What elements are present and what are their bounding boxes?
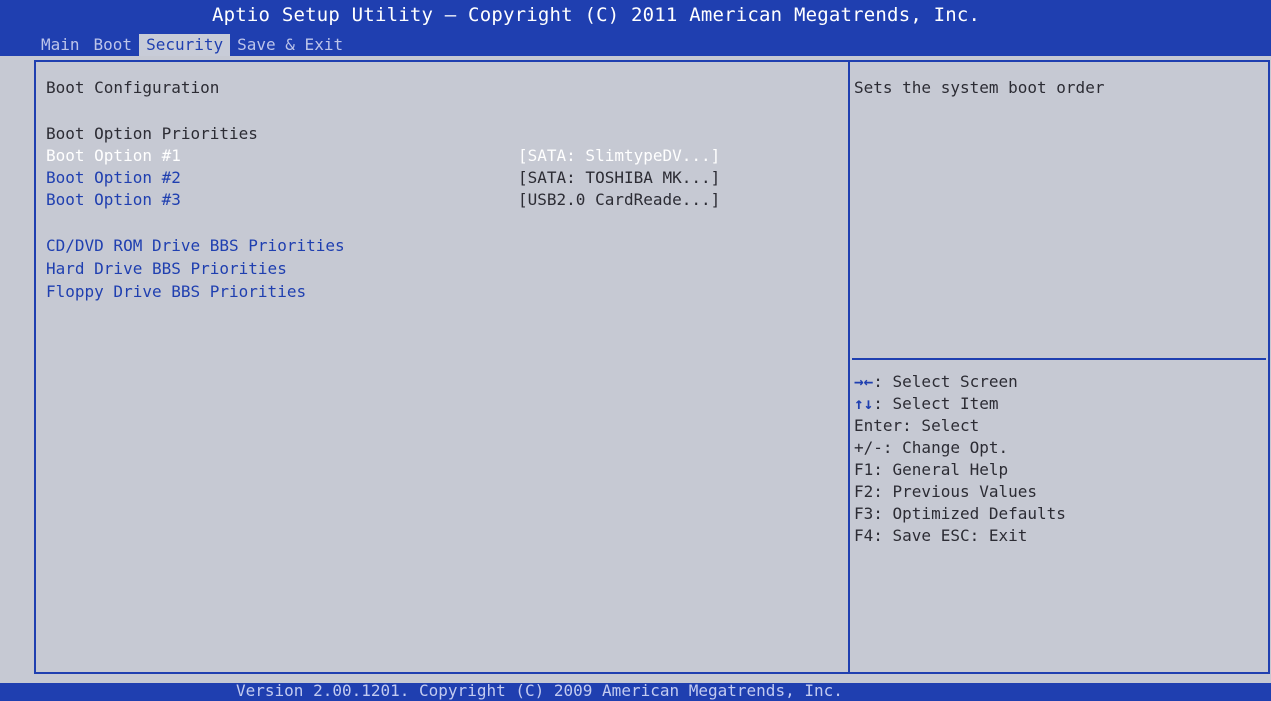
tab-security[interactable]: Security (139, 34, 231, 56)
hard-drive-bbs-priorities[interactable]: Hard Drive BBS Priorities (46, 259, 287, 279)
key-hint-change-opt: +/-: Change Opt. (854, 438, 1009, 457)
key-hint-previous-values: F2: Previous Values (854, 482, 1038, 501)
key-hint-save-exit: F4: Save ESC: Exit (854, 526, 1028, 545)
tab-boot[interactable]: Boot (87, 34, 140, 56)
cd-dvd-bbs-priorities[interactable]: CD/DVD ROM Drive BBS Priorities (46, 236, 345, 256)
key-hint-enter: Enter: Select (854, 416, 980, 435)
boot-option-1-value[interactable]: [SATA: SlimtypeDV...] (518, 146, 720, 166)
tab-bar: Main Boot Security Save & Exit (34, 34, 350, 56)
key-hint-optimized-defaults: F3: Optimized Defaults (854, 504, 1066, 523)
key-hint-text: : Select Item (873, 394, 999, 413)
boot-option-priorities-heading: Boot Option Priorities (46, 124, 258, 143)
boot-option-1-label[interactable]: Boot Option #1 (46, 146, 181, 166)
title-bar: Aptio Setup Utility – Copyright (C) 2011… (0, 0, 1271, 56)
section-title: Boot Configuration (46, 78, 220, 97)
content-panel: Boot Configuration Boot Option Prioritie… (0, 56, 1271, 683)
up-down-arrows-icon: ↑↓ (854, 394, 874, 413)
boot-option-3-label[interactable]: Boot Option #3 (46, 190, 181, 210)
key-hint-select-item: ↑↓: Select Item (854, 394, 999, 414)
settings-pane: Boot Configuration Boot Option Prioritie… (34, 60, 850, 674)
boot-option-3-value[interactable]: [USB2.0 CardReade...] (518, 190, 720, 210)
help-description: Sets the system boot order (854, 78, 1105, 97)
footer-bar: Version 2.00.1201. Copyright (C) 2009 Am… (0, 681, 1271, 701)
left-right-arrows-icon: →← (854, 372, 874, 391)
boot-option-2-value[interactable]: [SATA: TOSHIBA MK...] (518, 168, 720, 188)
help-divider (852, 358, 1266, 360)
help-pane: Sets the system boot order →←: Select Sc… (848, 60, 1270, 674)
key-hint-general-help: F1: General Help (854, 460, 1009, 479)
version-info: Version 2.00.1201. Copyright (C) 2009 Am… (236, 681, 843, 700)
floppy-drive-bbs-priorities[interactable]: Floppy Drive BBS Priorities (46, 282, 306, 302)
tab-save-exit[interactable]: Save & Exit (230, 34, 350, 56)
boot-option-2-label[interactable]: Boot Option #2 (46, 168, 181, 188)
key-hint-select-screen: →←: Select Screen (854, 372, 1018, 392)
utility-title: Aptio Setup Utility – Copyright (C) 2011… (212, 4, 981, 26)
tab-main[interactable]: Main (34, 34, 87, 56)
key-hint-text: : Select Screen (873, 372, 1018, 391)
